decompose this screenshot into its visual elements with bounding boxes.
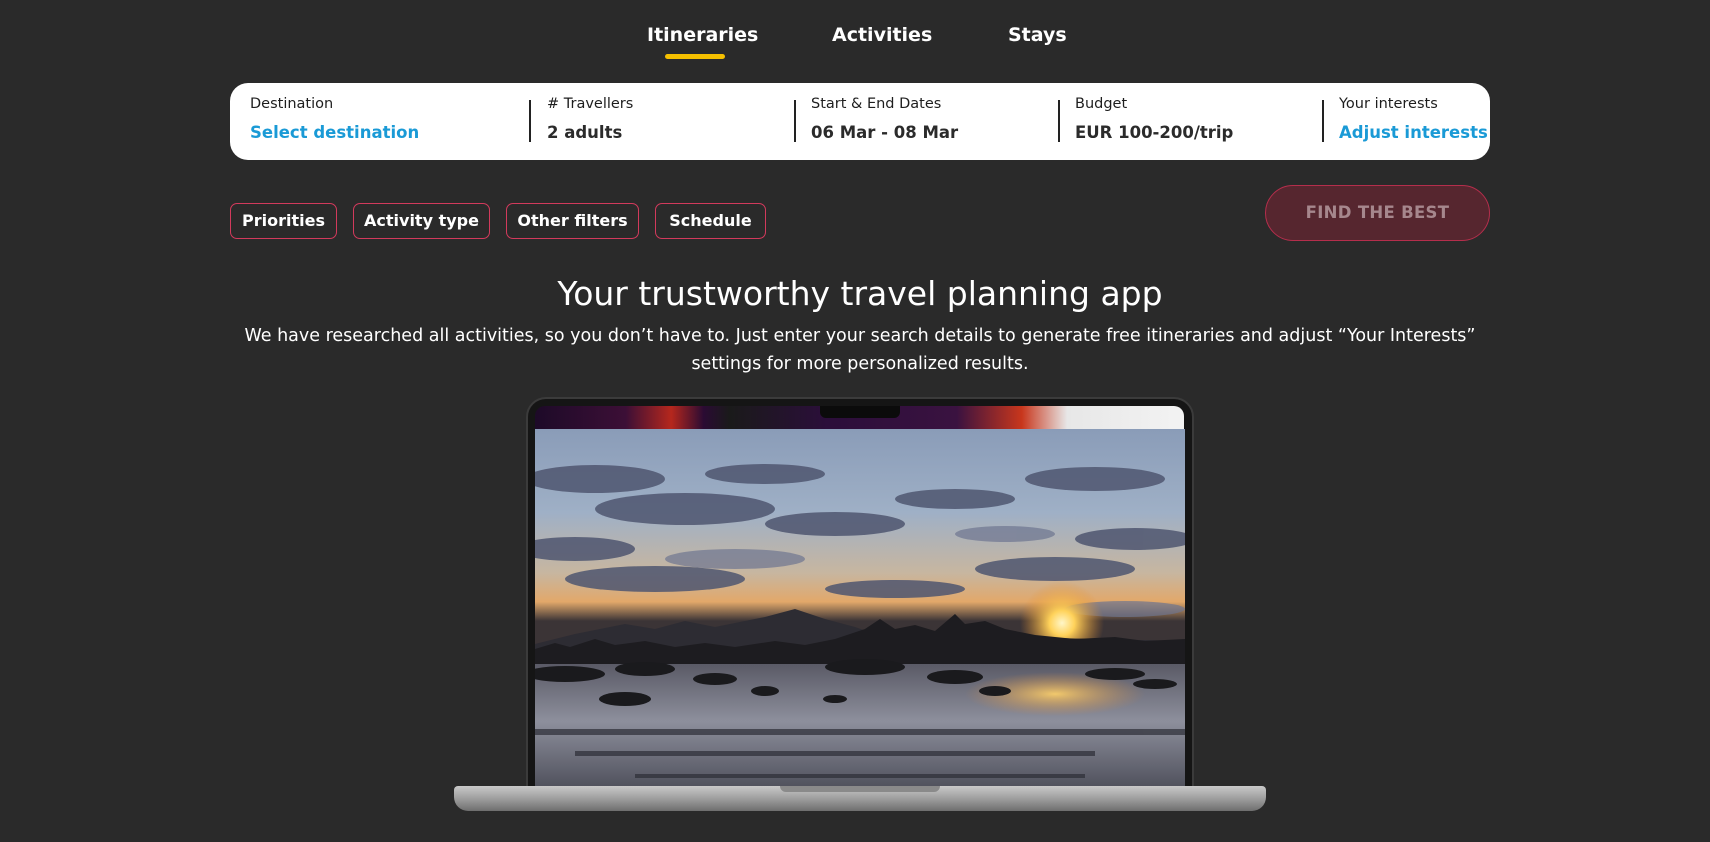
field-divider bbox=[1058, 100, 1060, 142]
interests-label: Your interests bbox=[1339, 96, 1438, 112]
field-divider bbox=[794, 100, 796, 142]
adjust-interests-link[interactable]: Adjust interests bbox=[1339, 123, 1488, 142]
travellers-field[interactable]: # Travellers 2 adults bbox=[547, 83, 777, 160]
search-bar: Destination Select destination # Travell… bbox=[230, 83, 1490, 160]
active-tab-indicator bbox=[665, 54, 725, 59]
budget-label: Budget bbox=[1075, 96, 1128, 112]
top-tabs: Itineraries Activities Stays bbox=[0, 18, 1710, 62]
tab-activities[interactable]: Activities bbox=[832, 24, 932, 46]
other-filters-button[interactable]: Other filters bbox=[506, 203, 639, 239]
destination-value[interactable]: Select destination bbox=[250, 123, 419, 142]
tab-stays[interactable]: Stays bbox=[1008, 24, 1067, 46]
tab-itineraries[interactable]: Itineraries bbox=[647, 24, 758, 46]
budget-field[interactable]: Budget EUR 100-200/trip bbox=[1075, 83, 1305, 160]
page-subtitle: We have researched all activities, so yo… bbox=[244, 326, 1476, 374]
find-the-best-button[interactable]: FIND THE BEST bbox=[1265, 185, 1490, 241]
page-title: Your trustworthy travel planning app bbox=[557, 274, 1163, 313]
laptop-base-notch bbox=[780, 786, 940, 792]
destination-label: Destination bbox=[250, 96, 334, 112]
destination-field[interactable]: Destination Select destination bbox=[250, 83, 510, 160]
field-divider bbox=[529, 100, 531, 142]
field-divider bbox=[1322, 100, 1324, 142]
dates-label: Start & End Dates bbox=[811, 96, 942, 112]
dates-value[interactable]: 06 Mar - 08 Mar bbox=[811, 123, 958, 142]
sunset-lake-illustration bbox=[535, 429, 1185, 807]
interests-field[interactable]: Your interests Adjust interests bbox=[1339, 83, 1488, 160]
sunset-lake-photo bbox=[535, 429, 1185, 807]
travellers-label: # Travellers bbox=[547, 96, 634, 112]
dates-field[interactable]: Start & End Dates 06 Mar - 08 Mar bbox=[811, 83, 1041, 160]
activity-type-filter-button[interactable]: Activity type bbox=[353, 203, 490, 239]
travellers-value[interactable]: 2 adults bbox=[547, 123, 622, 142]
laptop-camera-notch bbox=[820, 406, 900, 418]
priorities-filter-button[interactable]: Priorities bbox=[230, 203, 337, 239]
budget-value[interactable]: EUR 100-200/trip bbox=[1075, 123, 1233, 142]
schedule-filter-button[interactable]: Schedule bbox=[655, 203, 766, 239]
